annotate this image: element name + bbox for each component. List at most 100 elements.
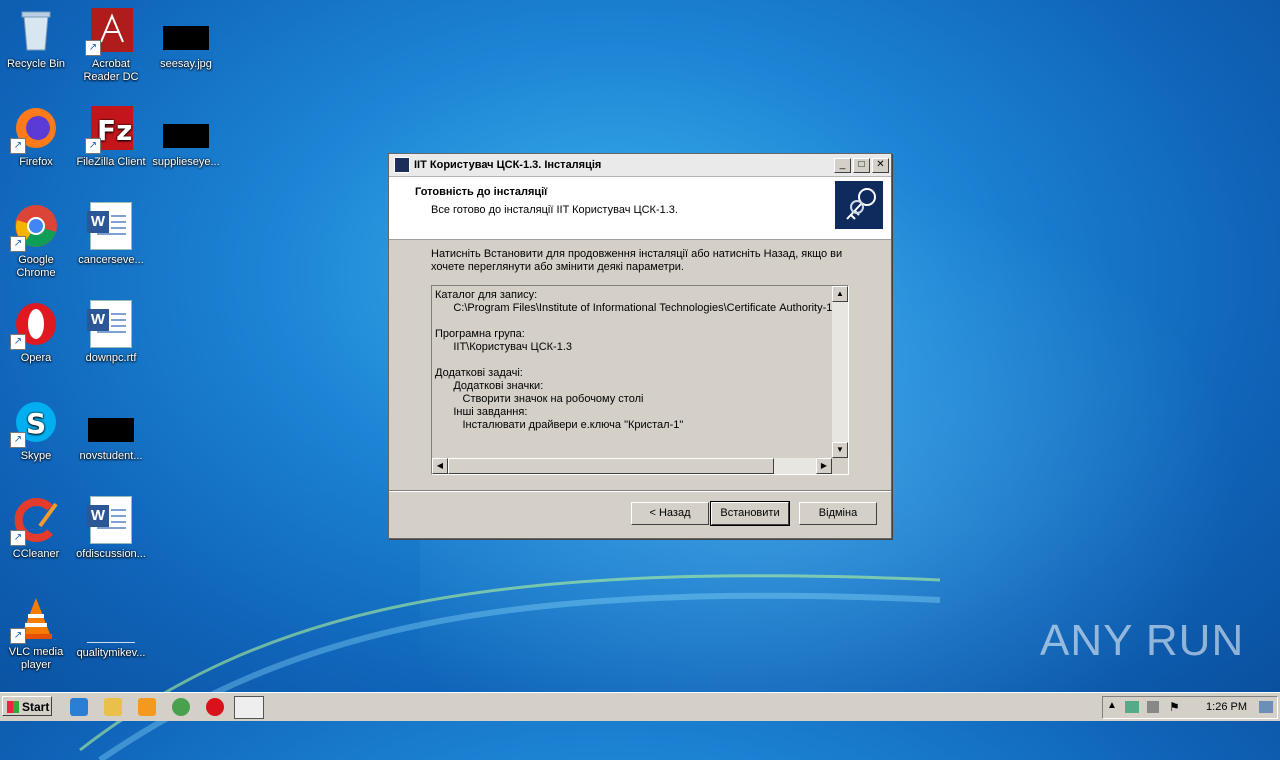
horizontal-scrollbar[interactable]: ◀ ▶ <box>432 458 832 474</box>
desktop-icon-qualitymikev[interactable]: qualitymikev... <box>75 594 147 660</box>
desktop-icon-vlc[interactable]: ↗ VLC media player <box>0 594 72 672</box>
install-button[interactable]: Встановити <box>710 501 790 526</box>
desktop-icon-label: Firefox <box>19 156 53 168</box>
desktop-icon-label: Opera <box>20 352 52 364</box>
desktop-icon-label: qualitymikev... <box>76 647 146 659</box>
summary-line: Створити значок на робочому столі <box>435 393 644 405</box>
show-hidden-icons-icon[interactable]: ▲ <box>1107 700 1117 711</box>
vlc-icon: ↗ <box>10 594 60 644</box>
file-icon <box>163 124 209 148</box>
desktop-icon-seesay[interactable]: seesay.jpg <box>150 6 222 71</box>
scroll-up-button[interactable]: ▲ <box>832 286 848 302</box>
desktop-icon-downpc[interactable]: W downpc.rtf <box>75 300 147 365</box>
desktop-icon-label: cancerseve... <box>78 254 144 266</box>
ie-icon[interactable] <box>70 698 88 716</box>
firefox-icon: ↗ <box>10 104 60 154</box>
wizard-page-title: Готовність до інсталяції <box>415 186 548 198</box>
recycle-bin-icon <box>12 6 60 54</box>
desktop-icon-label: ofdiscussion... <box>76 548 146 560</box>
network-icon[interactable] <box>1125 701 1139 713</box>
taskbar: Start ▲ ⚑ 1:26 PM <box>0 692 1280 721</box>
shortcut-arrow-icon: ↗ <box>10 236 26 252</box>
system-tray: ▲ ⚑ 1:26 PM <box>1102 696 1278 719</box>
scroll-right-button[interactable]: ▶ <box>816 458 832 474</box>
volume-icon[interactable] <box>1147 701 1159 713</box>
scroll-left-button[interactable]: ◀ <box>432 458 448 474</box>
desktop-icon-chrome[interactable]: ↗ Google Chrome <box>0 202 72 280</box>
shortcut-arrow-icon: ↗ <box>10 628 26 644</box>
desktop-icon-firefox[interactable]: ↗ Firefox <box>0 104 72 169</box>
desktop-icon-opera[interactable]: ↗ Opera <box>0 300 72 365</box>
desktop-icon-recycle-bin[interactable]: Recycle Bin <box>0 6 72 71</box>
word-document-icon: W <box>87 300 132 348</box>
installer-app-icon <box>394 157 410 173</box>
summary-text: Каталог для запису: C:\Program Files\Ins… <box>433 287 832 461</box>
summary-memo[interactable]: Каталог для запису: C:\Program Files\Ins… <box>431 285 849 475</box>
acrobat-icon: ↗ <box>85 6 135 56</box>
desktop-icon-skype[interactable]: S ↗ Skype <box>0 398 72 463</box>
clock[interactable]: 1:26 PM <box>1206 701 1247 713</box>
ccleaner-icon: ↗ <box>10 496 60 546</box>
summary-line: Інші завдання: <box>435 406 528 418</box>
media-player-icon[interactable] <box>138 698 156 716</box>
back-button[interactable]: < Назад <box>631 502 709 525</box>
cancel-button[interactable]: Відміна <box>799 502 877 525</box>
word-document-icon: W <box>87 202 132 250</box>
wallpaper-streak <box>79 574 941 760</box>
desktop-icon-label: FileZilla Client <box>76 156 146 168</box>
start-button[interactable]: Start <box>2 696 52 716</box>
horizontal-scroll-thumb[interactable] <box>448 458 774 474</box>
word-document-icon: W <box>87 496 132 544</box>
shortcut-arrow-icon: ↗ <box>10 334 26 350</box>
start-label: Start <box>22 700 50 714</box>
desktop-icon-cancerseve[interactable]: W cancerseve... <box>75 202 147 267</box>
desktop-icon-label: Google Chrome <box>16 254 56 279</box>
windows-logo-icon <box>7 701 19 713</box>
action-center-flag-icon[interactable]: ⚑ <box>1169 700 1180 714</box>
desktop-icon-supplieseye[interactable]: supplieseye... <box>150 104 222 169</box>
desktop-icon-label: novstudent... <box>79 450 143 462</box>
shortcut-arrow-icon: ↗ <box>85 138 101 154</box>
desktop-icon-label: seesay.jpg <box>160 58 212 70</box>
summary-line <box>435 354 832 367</box>
summary-line: IIT\Користувач ЦСК-1.3 <box>435 341 573 353</box>
desktop-icon-label: supplieseye... <box>152 156 220 168</box>
chrome-icon: ↗ <box>10 202 60 252</box>
file-icon <box>88 418 134 442</box>
shortcut-arrow-icon: ↗ <box>10 530 26 546</box>
svg-text:S: S <box>26 407 46 440</box>
desktop-icon-label: CCleaner <box>12 548 60 560</box>
desktop-icon-acrobat[interactable]: ↗ Acrobat Reader DC <box>75 6 147 84</box>
desktop-icon-label: Recycle Bin <box>6 58 66 70</box>
wizard-page-subtitle: Все готово до інсталяції IIT Користувач … <box>431 204 678 216</box>
watermark: ANY RUN <box>1040 616 1245 665</box>
skype-icon: S ↗ <box>10 398 60 448</box>
summary-line: C:\Program Files\Institute of Informatio… <box>435 302 832 314</box>
desktop-icon-filezilla[interactable]: Fz ↗ FileZilla Client <box>75 104 147 169</box>
explorer-icon[interactable] <box>104 698 122 716</box>
desktop-icon-label: Skype <box>20 450 52 462</box>
vertical-scrollbar[interactable]: ▲ ▼ <box>832 286 848 458</box>
button-separator <box>389 490 891 492</box>
show-desktop-icon[interactable] <box>1259 701 1273 713</box>
file-icon <box>87 594 135 643</box>
installer-task-button[interactable] <box>234 696 264 719</box>
summary-line: Додаткові задачі: <box>435 367 523 379</box>
opera-taskbar-icon[interactable] <box>206 698 224 716</box>
shortcut-arrow-icon: ↗ <box>10 432 26 448</box>
shortcut-arrow-icon: ↗ <box>10 138 26 154</box>
summary-line: Програмна група: <box>435 328 525 340</box>
desktop-icon-ofdiscussion[interactable]: W ofdiscussion... <box>75 496 147 561</box>
maximize-button[interactable]: □ <box>853 157 870 173</box>
scroll-down-button[interactable]: ▼ <box>832 442 848 458</box>
image-file-icon <box>163 26 209 50</box>
filezilla-icon: Fz ↗ <box>85 104 135 154</box>
close-button[interactable]: ✕ <box>872 157 889 173</box>
minimize-button[interactable]: _ <box>834 157 851 173</box>
chrome-taskbar-icon[interactable] <box>172 698 190 716</box>
dialog-titlebar[interactable]: IIT Користувач ЦСК-1.3. Інсталяція _ □ ✕ <box>389 154 891 177</box>
installer-dialog: IIT Користувач ЦСК-1.3. Інсталяція _ □ ✕… <box>388 153 892 539</box>
svg-text:Fz: Fz <box>97 114 132 147</box>
desktop-icon-novstudent[interactable]: novstudent... <box>75 398 147 463</box>
desktop-icon-ccleaner[interactable]: ↗ CCleaner <box>0 496 72 561</box>
